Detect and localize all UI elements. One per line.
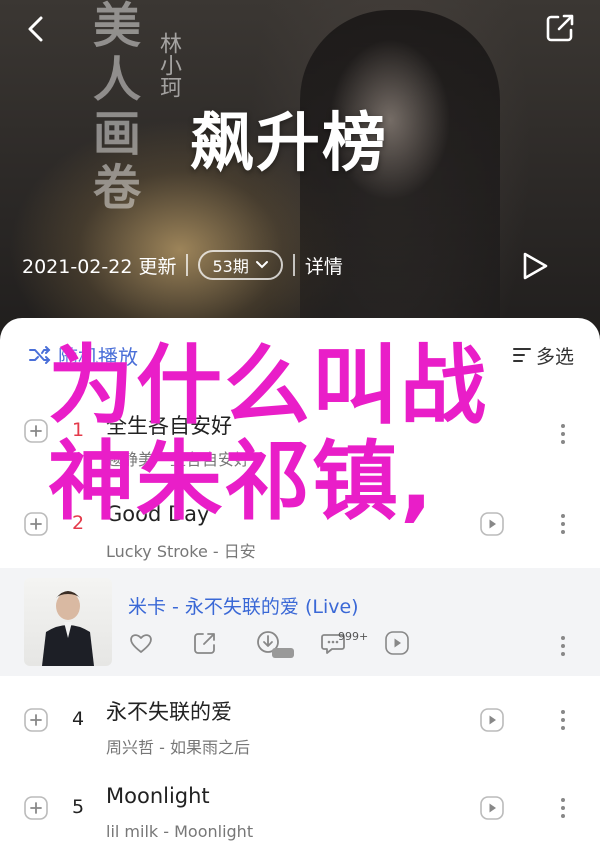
song-title: 永不失联的爱 [106, 700, 232, 724]
song-row-featured[interactable]: 米卡 - 永不失联的爱 (Live) 999+ [0, 568, 600, 676]
more-vertical-icon[interactable] [556, 634, 570, 658]
share-icon[interactable] [544, 12, 576, 44]
back-arrow-icon[interactable] [22, 14, 52, 44]
mv-play-icon[interactable] [480, 708, 504, 732]
banner-calligraphy: 美人画卷 [84, 0, 140, 216]
add-icon[interactable] [24, 512, 48, 536]
divider [292, 254, 295, 276]
song-row[interactable]: 2 Good Day Lucky Stroke - 日安 [0, 476, 600, 566]
issue-selector[interactable]: 53期 [198, 250, 283, 280]
chart-title: 飙升榜 [190, 107, 388, 181]
shuffle-play-button[interactable]: 随机播放 [28, 340, 138, 370]
shuffle-label: 随机播放 [58, 344, 138, 369]
song-row[interactable]: 5 Moonlight lil milk - Moonlight [0, 766, 600, 856]
song-subtitle: Lucky Stroke - 日安 [106, 542, 256, 561]
song-subtitle: lil milk - Moonlight [106, 822, 254, 841]
mv-play-icon[interactable] [480, 796, 504, 820]
song-title: Moonlight [106, 784, 210, 808]
song-rank: 1 [71, 419, 85, 441]
more-vertical-icon[interactable] [556, 422, 570, 446]
chevron-down-icon [255, 261, 268, 269]
mv-play-icon[interactable] [384, 630, 410, 656]
more-vertical-icon[interactable] [556, 796, 570, 820]
song-subtitle: 越静美 - 生各自安好 [106, 450, 250, 469]
multi-select-button[interactable]: 多选 [512, 340, 574, 370]
mv-play-icon[interactable] [480, 512, 504, 536]
list-check-icon [513, 348, 531, 362]
multi-select-label: 多选 [536, 345, 575, 368]
song-subtitle: 周兴哲 - 如果雨之后 [106, 738, 250, 757]
issue-count: 53期 [212, 257, 249, 276]
update-date: 2021-02-22 更新 [22, 255, 177, 278]
heart-icon[interactable] [128, 630, 154, 656]
artist-portrait-icon [42, 591, 94, 666]
add-icon[interactable] [24, 796, 48, 820]
song-actions: 999+ [128, 630, 428, 664]
comment-count-badge: 999+ [338, 630, 369, 643]
song-title: 全生各自安好 [106, 414, 232, 438]
add-icon[interactable] [24, 708, 48, 732]
list-toolbar: 随机播放 多选 [0, 318, 600, 394]
song-title: Good Day [106, 502, 210, 526]
divider [186, 254, 189, 276]
song-row[interactable]: 1 全生各自安好 越静美 - 生各自安好 [0, 386, 600, 476]
song-rank: 2 [71, 512, 85, 534]
play-icon[interactable] [520, 250, 550, 282]
more-vertical-icon[interactable] [556, 708, 570, 732]
download-vip-icon[interactable] [256, 630, 300, 660]
album-cover [24, 578, 112, 666]
song-rank: 4 [71, 708, 85, 730]
more-vertical-icon[interactable] [556, 512, 570, 536]
details-link[interactable]: 详情 [305, 252, 343, 279]
song-row[interactable]: 4 永不失联的爱 周兴哲 - 如果雨之后 [0, 676, 600, 766]
song-list-panel: 随机播放 多选 1 全生各自安好 越静美 - 生各自安好 2 Good Day … [0, 318, 600, 865]
banner-artist-text: 林小珂 [156, 32, 181, 98]
chart-header-banner: 美人画卷 林小珂 飙升榜 2021-02-22 更新 53期 详情 [0, 0, 600, 360]
shuffle-icon [29, 346, 51, 364]
song-rank: 5 [71, 796, 85, 818]
add-icon[interactable] [24, 419, 48, 443]
chart-meta-row: 2021-02-22 更新 53期 详情 [22, 248, 343, 282]
share-icon[interactable] [192, 630, 218, 656]
song-title: 米卡 - 永不失联的爱 (Live) [128, 596, 359, 618]
